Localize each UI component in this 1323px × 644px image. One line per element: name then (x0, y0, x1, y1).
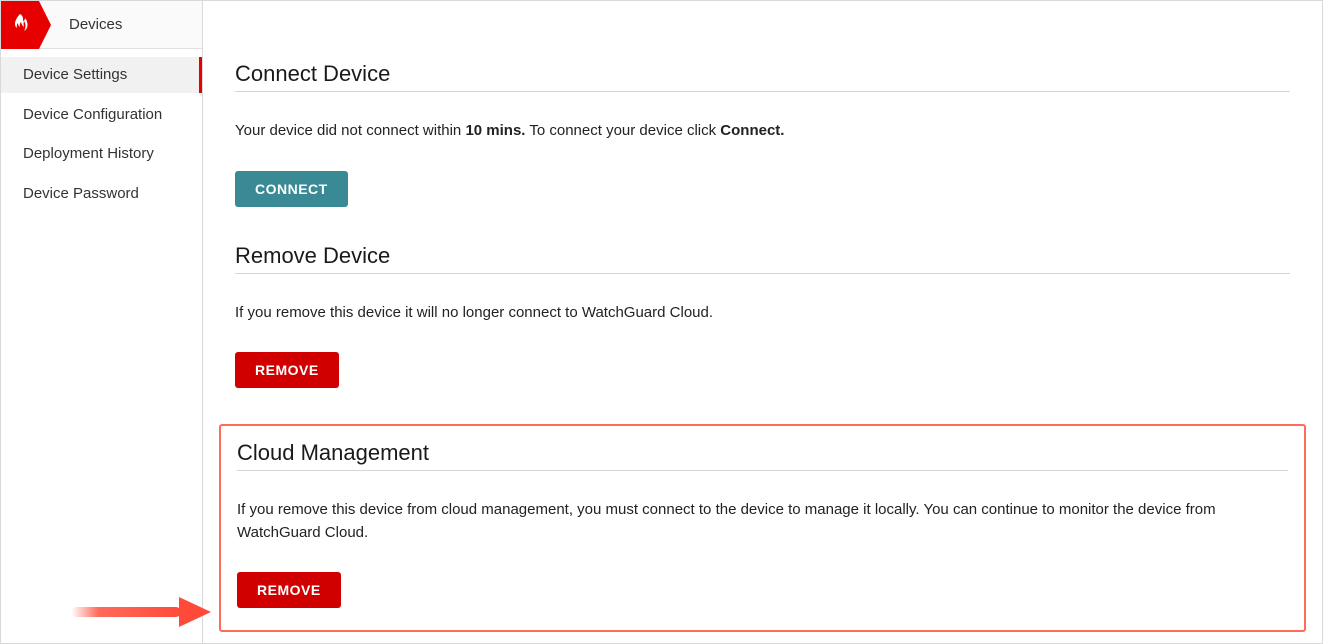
divider (235, 91, 1290, 92)
sidebar-item-device-password[interactable]: Device Password (1, 176, 202, 212)
flame-icon (11, 14, 29, 36)
sidebar-header: Devices (1, 1, 202, 49)
sidebar-item-device-settings[interactable]: Device Settings (1, 57, 202, 93)
divider (237, 470, 1288, 471)
sidebar-item-deployment-history[interactable]: Deployment History (1, 136, 202, 172)
breadcrumb-devices[interactable]: Devices (69, 16, 122, 33)
section-title: Cloud Management (237, 440, 1288, 466)
remove-cloud-button[interactable]: REMOVE (237, 572, 341, 608)
breadcrumb-root[interactable] (1, 1, 51, 49)
section-title: Connect Device (235, 61, 1290, 87)
sidebar-item-label: Device Settings (23, 66, 127, 83)
cloud-description: If you remove this device from cloud man… (237, 499, 1288, 544)
app-window: Devices Device Settings Device Configura… (0, 0, 1323, 644)
sidebar-item-label: Deployment History (23, 145, 154, 162)
connect-button[interactable]: CONNECT (235, 171, 348, 207)
section-connect-device: Connect Device Your device did not conne… (235, 61, 1290, 207)
connect-description: Your device did not connect within 10 mi… (235, 120, 1290, 143)
sidebar: Devices Device Settings Device Configura… (1, 1, 203, 643)
section-cloud-management: Cloud Management If you remove this devi… (235, 424, 1290, 632)
section-remove-device: Remove Device If you remove this device … (235, 243, 1290, 389)
section-title: Remove Device (235, 243, 1290, 269)
highlight-box: Cloud Management If you remove this devi… (219, 424, 1306, 632)
divider (235, 273, 1290, 274)
sidebar-nav: Device Settings Device Configuration Dep… (1, 49, 202, 215)
main-content: Connect Device Your device did not conne… (203, 1, 1322, 643)
sidebar-item-label: Device Configuration (23, 106, 162, 123)
sidebar-item-label: Device Password (23, 185, 139, 202)
remove-description: If you remove this device it will no lon… (235, 302, 1290, 325)
sidebar-item-device-configuration[interactable]: Device Configuration (1, 97, 202, 133)
remove-device-button[interactable]: REMOVE (235, 352, 339, 388)
